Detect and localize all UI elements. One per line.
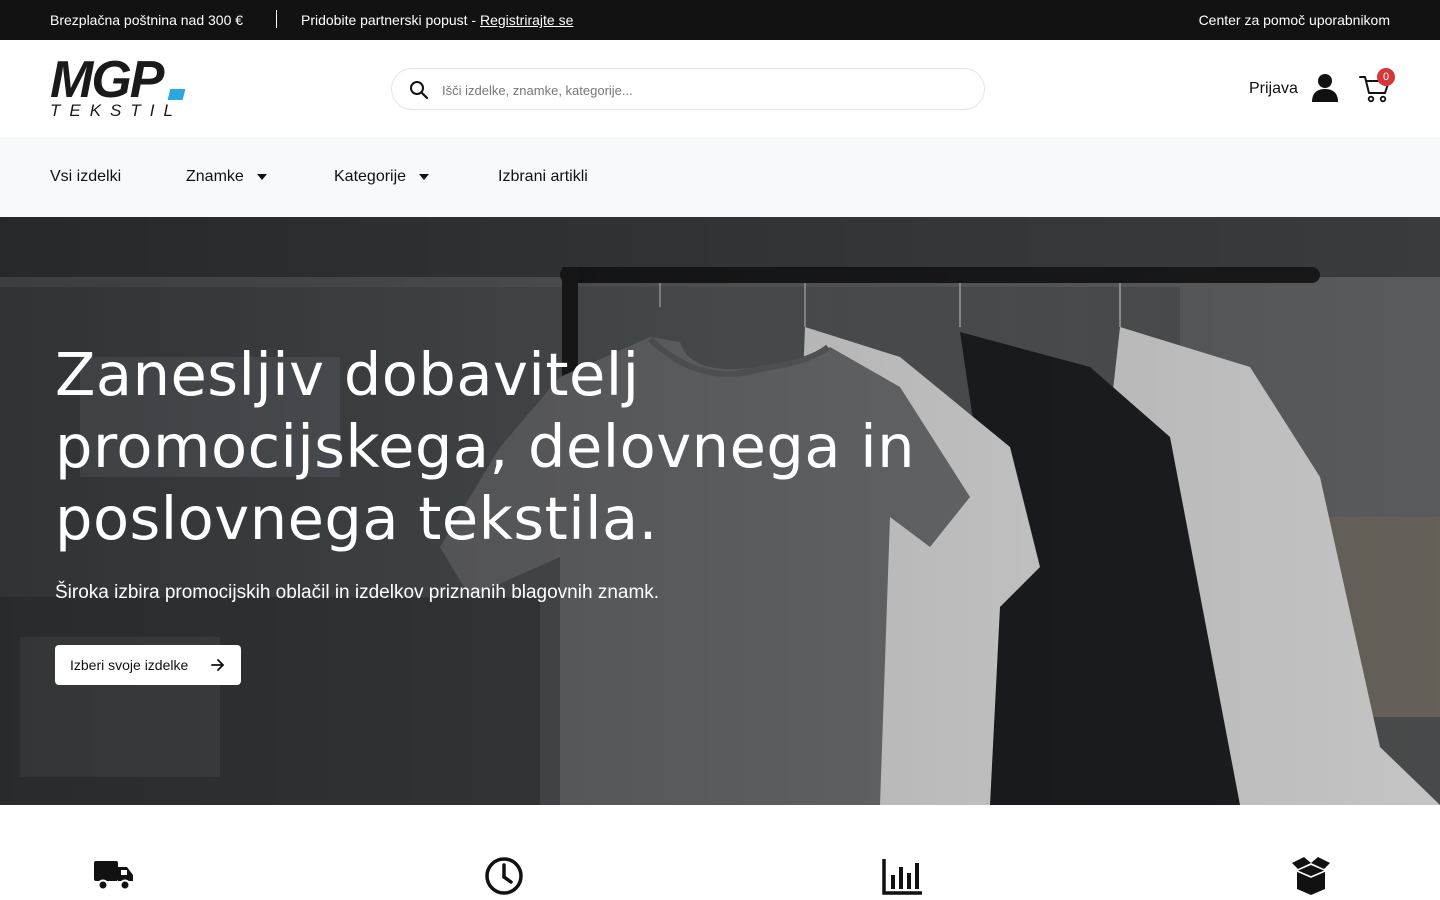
user-icon[interactable] <box>1311 73 1339 103</box>
hero-subtitle: Široka izbira promocijskih oblačil in iz… <box>55 582 660 603</box>
help-center-link[interactable]: Center za pomoč uporabnikom <box>1199 12 1390 28</box>
choose-products-button[interactable]: Izberi svoje izdelke <box>55 645 241 685</box>
cta-label: Izberi svoje izdelke <box>70 657 189 673</box>
hero-title: Zanesljiv dobavitelj promocijskega, delo… <box>55 339 955 555</box>
logo-accent-dot <box>167 89 186 100</box>
hero-title-line-1: Zanesljiv dobavitelj <box>55 340 640 409</box>
site-header: MGP TEKSTIL Prijava 0 <box>0 40 1440 137</box>
register-link[interactable]: Registrirajte se <box>480 12 573 28</box>
nav-item-categories[interactable]: Kategorije <box>334 168 430 186</box>
nav-item-label: Vsi izdelki <box>50 168 122 185</box>
hero-title-line-2: promocijskega, delovnega in <box>55 412 916 481</box>
cart-count-badge: 0 <box>1377 68 1395 86</box>
arrow-right-icon <box>211 659 224 671</box>
top-bar: Brezplačna poštnina nad 300 € Pridobite … <box>0 0 1440 40</box>
truck-icon <box>94 861 133 891</box>
logo-subtitle: TEKSTIL <box>50 101 182 120</box>
login-link[interactable]: Prijava <box>1249 80 1298 98</box>
chart-icon <box>882 859 922 895</box>
free-shipping-notice: Brezplačna poštnina nad 300 € <box>50 12 244 28</box>
search-bar[interactable] <box>391 68 985 110</box>
logo-wordmark: MGP <box>50 51 164 109</box>
topbar-divider <box>276 10 277 28</box>
nav-item-label: Znamke <box>186 168 244 185</box>
search-input[interactable] <box>442 79 962 101</box>
caret-down-icon <box>256 174 267 180</box>
caret-down-icon <box>419 174 430 180</box>
nav-item-featured[interactable]: Izbrani artikli <box>498 168 588 186</box>
site-logo[interactable]: MGP TEKSTIL <box>50 54 190 122</box>
main-navigation: Vsi izdelki Znamke Kategorije Izbrani ar… <box>0 137 1440 217</box>
hero-title-line-3: poslovnega tekstila. <box>55 484 658 553</box>
partner-discount-text: Pridobite partnerski popust - <box>301 12 480 28</box>
features-strip <box>0 805 1440 900</box>
clock-icon <box>485 857 523 895</box>
hero-banner: Zanesljiv dobavitelj promocijskega, delo… <box>0 217 1440 805</box>
nav-item-brands[interactable]: Znamke <box>186 168 267 186</box>
nav-item-label: Izbrani artikli <box>498 168 588 185</box>
partner-discount-notice: Pridobite partnerski popust - Registrira… <box>301 12 573 28</box>
nav-item-all-products[interactable]: Vsi izdelki <box>50 168 121 186</box>
box-icon <box>1292 857 1330 895</box>
search-icon[interactable] <box>409 80 429 100</box>
nav-item-label: Kategorije <box>334 168 407 185</box>
